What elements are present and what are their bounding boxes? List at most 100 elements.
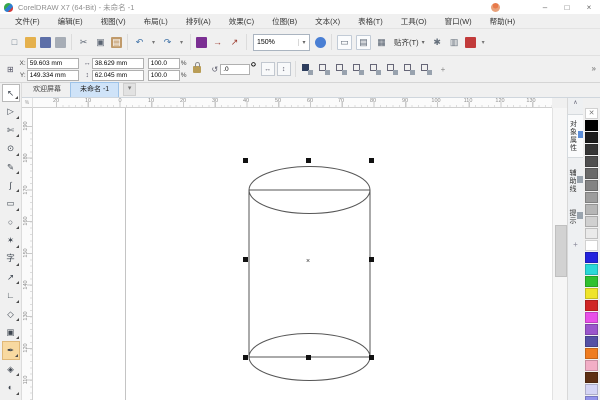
to-front-icon[interactable] — [369, 63, 381, 75]
color-swatch[interactable] — [585, 276, 598, 287]
selection-handle[interactable] — [243, 355, 248, 360]
color-swatch[interactable] — [585, 192, 598, 203]
zoom-tool[interactable]: ⊙ — [2, 139, 20, 157]
save-icon[interactable] — [40, 36, 51, 48]
color-swatch[interactable] — [585, 372, 598, 383]
color-swatch[interactable] — [585, 168, 598, 179]
color-swatch[interactable] — [585, 264, 598, 275]
text-tool[interactable]: 字 — [2, 250, 20, 268]
welcome-screen-icon[interactable] — [315, 36, 326, 48]
rectangle-tool[interactable]: ▭ — [2, 194, 20, 212]
menu-item-help[interactable]: 帮助(H) — [481, 14, 524, 29]
copy-icon[interactable]: ▣ — [94, 36, 107, 49]
crop-tool[interactable]: ✄ — [2, 121, 20, 139]
more-options-chevron[interactable]: » — [592, 64, 596, 73]
connector-tool[interactable]: ∟ — [2, 286, 20, 304]
drop-shadow-tool[interactable]: ▣ — [2, 323, 20, 341]
paste-icon[interactable]: ▤ — [111, 36, 122, 48]
whats-new-dropdown-icon[interactable]: ▾ — [480, 36, 487, 49]
selection-handle[interactable] — [369, 158, 374, 163]
y-position-field[interactable] — [26, 69, 79, 81]
color-swatch[interactable] — [585, 336, 598, 347]
show-rulers-icon[interactable]: ▤ — [356, 34, 371, 50]
to-back-icon[interactable] — [386, 63, 398, 75]
convert-to-curves-icon[interactable] — [301, 63, 313, 75]
color-swatch[interactable] — [585, 156, 598, 167]
redo-dropdown-icon[interactable]: ▾ — [178, 36, 185, 49]
group-icon[interactable] — [335, 63, 347, 75]
mirror-horizontal-button[interactable]: ↔ — [260, 62, 275, 76]
menu-item-window[interactable]: 窗口(W) — [436, 14, 481, 29]
search-content-icon[interactable] — [196, 36, 207, 48]
show-grid-icon[interactable]: ▦ — [375, 36, 388, 49]
zoom-level-combo[interactable]: ▾ — [253, 33, 310, 51]
docker-tab-hints[interactable]: 提示 — [567, 204, 584, 230]
menu-item-layout[interactable]: 布局(L) — [135, 14, 177, 29]
color-swatch[interactable] — [585, 144, 598, 155]
selection-handle[interactable] — [243, 257, 248, 262]
cut-icon[interactable]: ✂ — [77, 36, 90, 49]
docker-tab-guidelines[interactable]: 辅助线 — [567, 164, 584, 198]
drawing-canvas[interactable]: × — [33, 108, 552, 400]
color-swatch[interactable] — [585, 384, 598, 395]
cylinder-drawing[interactable] — [33, 108, 552, 400]
vscrollbar-thumb[interactable] — [555, 225, 567, 277]
mirror-vertical-button[interactable]: ↕ — [276, 62, 291, 76]
freehand-tool[interactable]: ✎ — [2, 158, 20, 176]
docker-collapse-icon[interactable]: ∧ — [573, 98, 577, 108]
open-icon[interactable] — [25, 36, 36, 48]
selection-handle[interactable] — [243, 158, 248, 163]
polygon-tool[interactable]: ✶ — [2, 231, 20, 249]
snap-to-button[interactable]: 贴齐(T) ▾ — [394, 37, 425, 48]
color-swatch[interactable] — [585, 180, 598, 191]
zoom-dropdown-icon[interactable]: ▾ — [298, 38, 309, 46]
add-property-icon[interactable]: + — [441, 65, 446, 74]
close-button[interactable]: × — [578, 1, 600, 14]
color-eyedropper-tool[interactable]: ✒ — [1, 341, 20, 360]
undo-icon[interactable]: ↶ — [133, 36, 146, 49]
forward-one-icon[interactable] — [403, 63, 415, 75]
export-icon[interactable]: ↗ — [228, 36, 241, 49]
color-swatch[interactable] — [585, 300, 598, 311]
color-swatch[interactable] — [585, 348, 598, 359]
menu-item-file[interactable]: 文件(F) — [6, 14, 49, 29]
color-swatch[interactable] — [585, 132, 598, 143]
back-one-icon[interactable] — [420, 63, 432, 75]
color-swatch[interactable] — [585, 396, 598, 400]
selection-handle[interactable] — [369, 355, 374, 360]
color-swatch[interactable] — [585, 120, 598, 131]
menu-item-view[interactable]: 视图(V) — [92, 14, 135, 29]
color-swatch[interactable] — [585, 240, 598, 251]
artistic-media-tool[interactable]: ∫ — [2, 176, 20, 194]
selection-handle[interactable] — [306, 355, 311, 360]
color-swatch[interactable] — [585, 216, 598, 227]
menu-item-edit[interactable]: 编辑(E) — [49, 14, 92, 29]
color-swatch[interactable] — [585, 312, 598, 323]
object-width-field[interactable] — [91, 57, 144, 69]
tab-menu-button[interactable]: ▾ — [123, 83, 137, 96]
whats-new-icon[interactable] — [464, 36, 476, 48]
shape-tool[interactable]: ▷ — [2, 102, 20, 120]
color-swatch[interactable] — [585, 228, 598, 239]
selection-handle[interactable] — [306, 158, 311, 163]
color-swatch[interactable] — [585, 360, 598, 371]
combine-icon[interactable] — [318, 63, 330, 75]
basic-shapes-tool[interactable]: ◇ — [2, 305, 20, 323]
menu-item-text[interactable]: 文本(X) — [306, 14, 349, 29]
menu-item-tools[interactable]: 工具(O) — [392, 14, 436, 29]
ungroup-icon[interactable] — [352, 63, 364, 75]
color-swatch[interactable] — [585, 324, 598, 335]
rotation-angle-field[interactable] — [220, 63, 251, 75]
menu-item-effects[interactable]: 效果(C) — [220, 14, 263, 29]
fullscreen-preview-icon[interactable]: ▭ — [337, 34, 352, 50]
scale-v-field[interactable] — [147, 69, 180, 81]
selection-center-mark[interactable]: × — [306, 258, 310, 265]
interactive-fill-tool[interactable]: ◈ — [2, 360, 20, 378]
import-icon[interactable]: → — [211, 36, 224, 49]
color-swatch[interactable] — [585, 288, 598, 299]
maximize-button[interactable]: □ — [556, 1, 578, 14]
new-document-icon[interactable]: □ — [8, 36, 21, 49]
selection-handle[interactable] — [369, 257, 374, 262]
customize-icon[interactable]: ▥ — [448, 36, 461, 49]
undo-dropdown-icon[interactable]: ▾ — [150, 36, 157, 49]
